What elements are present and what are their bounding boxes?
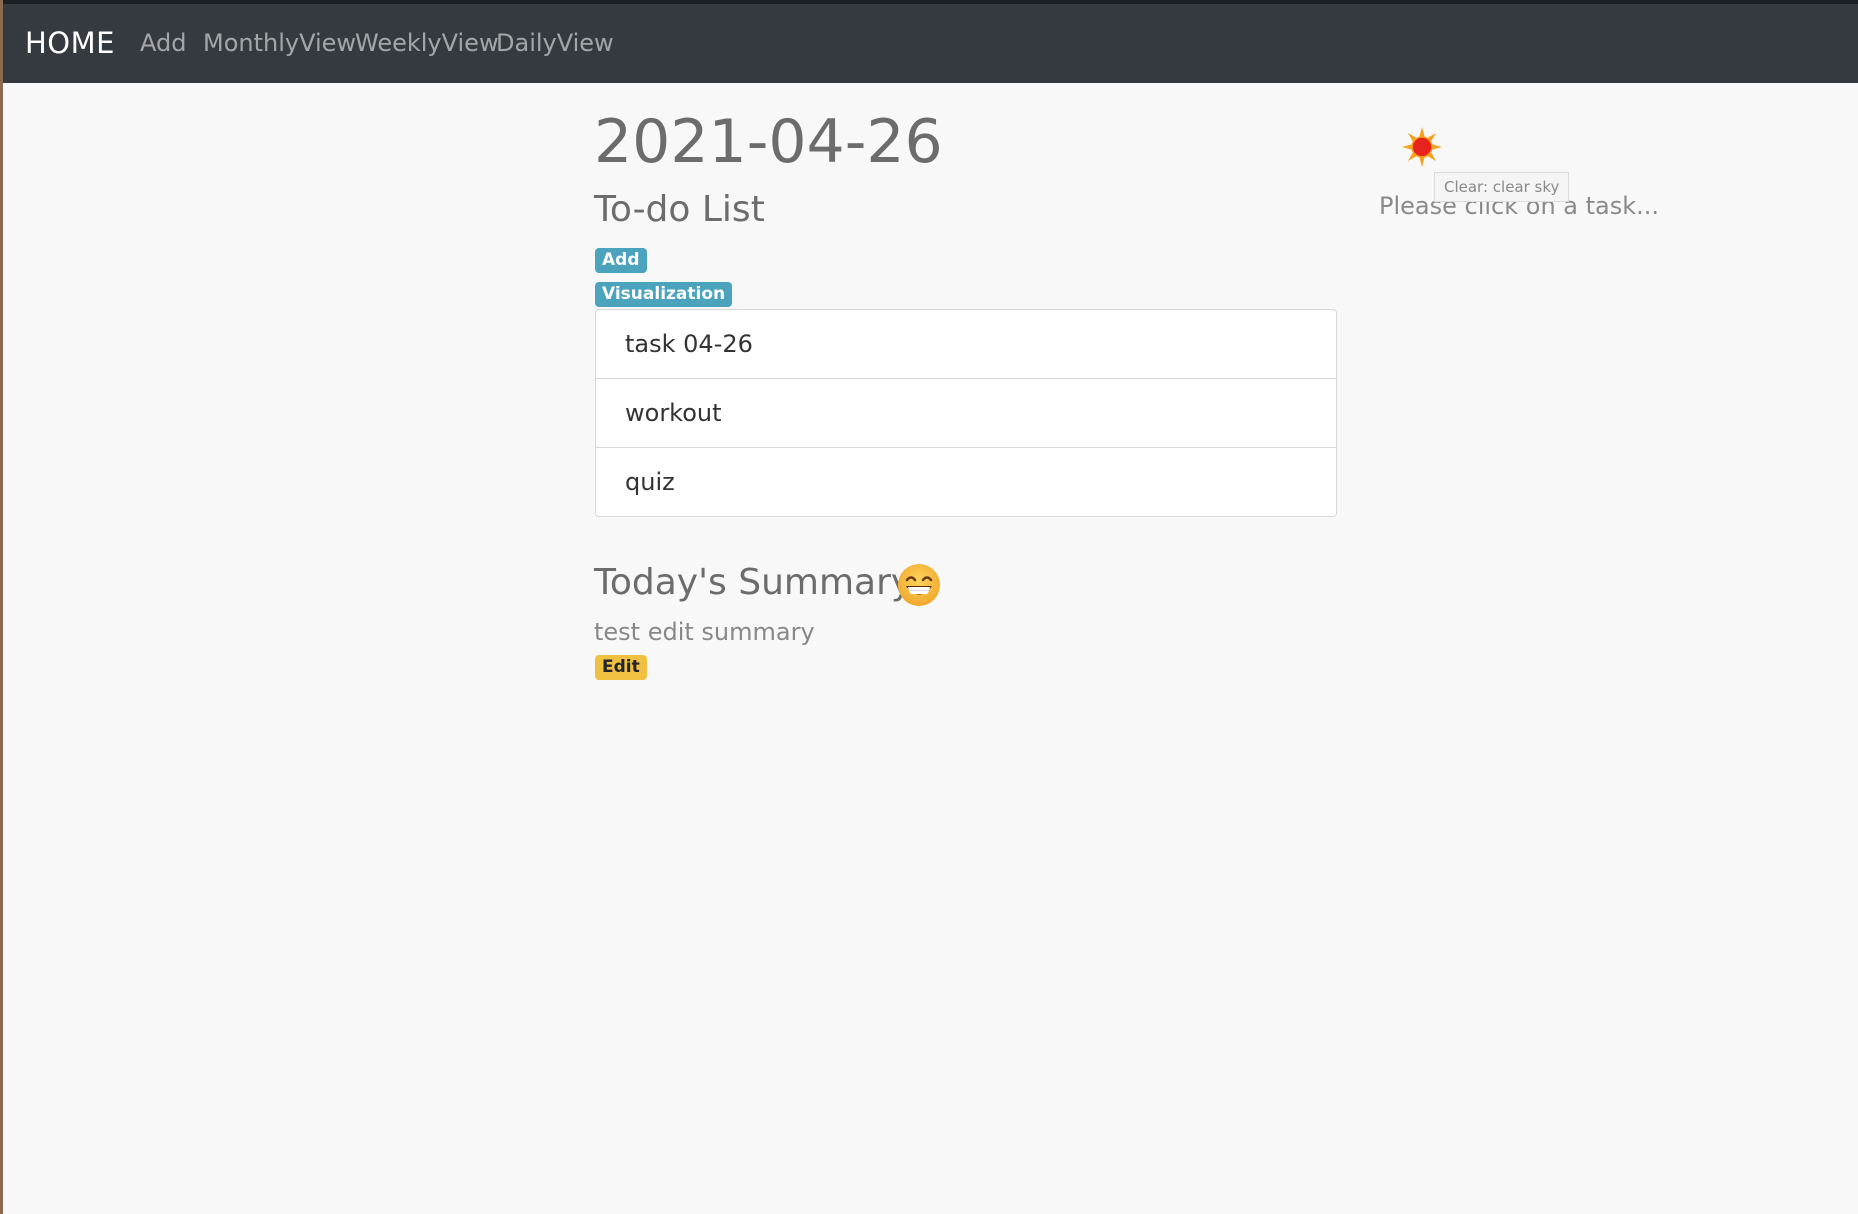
add-task-button[interactable]: Add — [595, 248, 647, 273]
todo-list-item[interactable]: workout — [596, 379, 1336, 448]
nav-weekly-view-link[interactable]: WeeklyView — [355, 4, 499, 83]
nav-daily-view-link[interactable]: DailyView — [496, 4, 614, 83]
summary-text: test edit summary — [594, 618, 815, 646]
todo-list-heading: To-do List — [594, 189, 765, 230]
grinning-face-icon — [897, 563, 941, 607]
todo-list: task 04-26 workout quiz — [595, 309, 1337, 517]
window-left-edge — [0, 0, 3, 1214]
nav-home-link[interactable]: HOME — [25, 4, 115, 83]
page-title-date: 2021-04-26 — [594, 107, 943, 177]
nav-add-link[interactable]: Add — [140, 4, 186, 83]
todo-list-item[interactable]: quiz — [596, 448, 1336, 516]
top-navbar: HOME Add MonthlyView WeeklyView DailyVie… — [3, 4, 1858, 83]
sun-icon[interactable] — [1400, 125, 1444, 169]
nav-monthly-view-link[interactable]: MonthlyView — [203, 4, 356, 83]
visualization-button[interactable]: Visualization — [595, 282, 733, 307]
todays-summary-heading: Today's Summary — [594, 562, 913, 603]
weather-tooltip: Clear: clear sky — [1434, 172, 1570, 202]
todo-list-item[interactable]: task 04-26 — [596, 310, 1336, 379]
edit-summary-button[interactable]: Edit — [595, 655, 647, 680]
